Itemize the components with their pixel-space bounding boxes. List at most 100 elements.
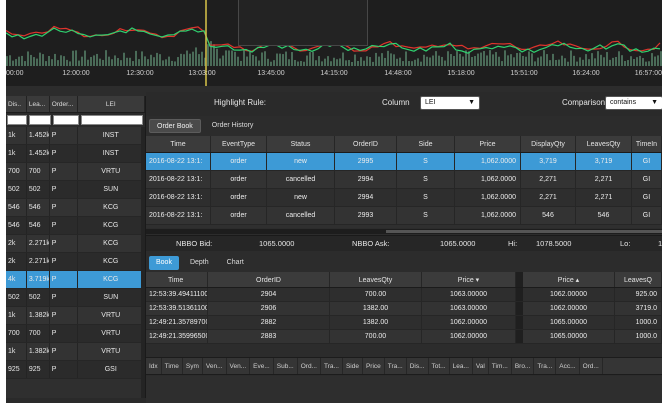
trade-column-header[interactable]: Sub... xyxy=(274,358,298,374)
trade-column-header[interactable]: Acc... xyxy=(556,358,580,374)
filter-input[interactable] xyxy=(29,115,51,125)
book-column-header[interactable]: LeavesQty xyxy=(330,272,422,287)
order-column-header[interactable]: Time xyxy=(146,136,211,152)
level-list-row[interactable]: 502 502 P SUN xyxy=(6,289,145,307)
volume-bar xyxy=(519,52,521,66)
volume-bar xyxy=(636,57,638,66)
volume-bar xyxy=(324,58,326,66)
book-column-header[interactable]: LeavesQ xyxy=(615,272,662,287)
trade-column-header[interactable]: Tim... xyxy=(489,358,512,374)
level-list-panel: Dis.. Lea... Order... LEI 1k 1.452k P INST 1… xyxy=(6,96,146,403)
scrollbar-thumb[interactable] xyxy=(386,230,662,233)
level-list-row[interactable]: 2k 2.271k P KCG xyxy=(6,253,145,271)
trade-column-header[interactable]: Tra... xyxy=(321,358,343,374)
trade-column-header[interactable]: Ord... xyxy=(580,358,603,374)
trade-column-header[interactable]: Side xyxy=(343,358,363,374)
order-row[interactable]: 2016-08-22 13:1: order cancelled 2994 S 1,062… xyxy=(146,171,662,189)
trade-column-header[interactable]: Tra... xyxy=(385,358,407,374)
trade-column-header[interactable]: Ven... xyxy=(203,358,227,374)
tab-order-history[interactable]: Order History xyxy=(205,119,261,133)
level-list-row[interactable]: 1k 1.382k P VRTU xyxy=(6,343,145,361)
level-list-row[interactable]: 4k 3.719k P KCG xyxy=(6,271,145,289)
level-list-row[interactable]: 2k 2.271k P KCG xyxy=(6,235,145,253)
level-list-row[interactable]: 546 546 P KCG xyxy=(6,199,145,217)
app-window: 00:00 12:00:00 12:30:00 13:03:00 13:45:00 14:… xyxy=(6,0,662,403)
level-list-row[interactable]: 1k 1.382k P VRTU xyxy=(6,307,145,325)
trade-column-header[interactable]: Tot... xyxy=(429,358,450,374)
trade-column-header[interactable]: Time xyxy=(162,358,183,374)
level-list-row[interactable]: 1k 1.452k P INST xyxy=(6,145,145,163)
order-row[interactable]: 2016-08-22 13:1: order cancelled 2993 S 1,062… xyxy=(146,207,662,225)
column-header-leaves[interactable]: Lea... xyxy=(27,96,50,112)
book-row[interactable]: 12:53:39.513611000 2906 1382.00 1063.00000 1… xyxy=(146,302,662,316)
level-list-row[interactable]: 700 700 P VRTU xyxy=(6,163,145,181)
trade-column-header[interactable]: Val xyxy=(473,358,489,374)
order-cell: 546 xyxy=(521,207,576,224)
column-header-lei[interactable]: LEI xyxy=(78,96,145,112)
order-column-header[interactable]: Side xyxy=(397,136,455,152)
trade-column-header[interactable]: Lea... xyxy=(450,358,473,374)
trade-column-header[interactable]: Eve... xyxy=(250,358,274,374)
comparison-select[interactable]: contains ▼ xyxy=(605,96,662,110)
tab-chart[interactable]: Chart xyxy=(220,256,251,270)
comparison-label: Comparison: xyxy=(562,98,608,107)
book-row[interactable]: 12:49:21.357897000 2882 1382.00 1062.00000 1… xyxy=(146,316,662,330)
book-cell: 1065.00000 xyxy=(523,330,615,343)
price-chart[interactable]: 00:00 12:00:00 12:30:00 13:03:00 13:45:00 14:… xyxy=(6,0,662,86)
level-list-cell: P xyxy=(50,127,78,144)
level-list-row[interactable]: 1k 1.452k P INST xyxy=(6,127,145,145)
volume-bar xyxy=(657,55,659,66)
vertical-scrollbar[interactable] xyxy=(141,127,145,403)
trade-column-header[interactable]: Ven... xyxy=(227,358,251,374)
filter-input[interactable] xyxy=(53,115,79,125)
level-list-row[interactable]: 502 502 P SUN xyxy=(6,181,145,199)
column-select[interactable]: LEI ▼ xyxy=(420,96,480,110)
column-header-display[interactable]: Dis.. xyxy=(6,96,27,112)
order-cell: 2016-08-22 13:1: xyxy=(146,153,211,170)
order-column-header[interactable]: EventType xyxy=(211,136,267,152)
book-column-header[interactable]: Price ▴ xyxy=(523,272,615,287)
level-list-row[interactable]: 546 546 P KCG xyxy=(6,217,145,235)
order-row[interactable]: 2016-08-22 13:1: order new 2994 S 1,062.0000 2… xyxy=(146,189,662,207)
trade-column-header[interactable]: Dis... xyxy=(407,358,429,374)
horizontal-scrollbar[interactable] xyxy=(146,229,662,234)
level-list-row[interactable]: 700 700 P VRTU xyxy=(6,325,145,343)
nbbo-bar: NBBO Bid: 1065.0000 NBBO Ask: 1065.0000 … xyxy=(146,235,662,251)
column-header-order[interactable]: Order... xyxy=(50,96,78,112)
volume-bar xyxy=(231,50,233,66)
book-column-header[interactable]: OrderID xyxy=(208,272,330,287)
book-row[interactable]: 12:49:21.359965000 2883 700.00 1062.00000 10… xyxy=(146,330,662,344)
order-cell: 1,062.0000 xyxy=(455,153,521,170)
trade-column-header[interactable]: Sym xyxy=(183,358,203,374)
tab-order-book[interactable]: Order Book xyxy=(149,119,201,133)
volume-bar xyxy=(441,56,443,66)
order-column-header[interactable]: OrderID xyxy=(335,136,397,152)
tab-book[interactable]: Book xyxy=(149,256,179,270)
volume-bar xyxy=(471,57,473,66)
order-row[interactable]: 2016-08-22 13:1: order new 2995 S 1,062.0000 3… xyxy=(146,153,662,171)
tab-depth[interactable]: Depth xyxy=(183,256,216,270)
order-column-header[interactable]: TimeIn xyxy=(632,136,662,152)
level-list-cell: P xyxy=(50,235,78,252)
filter-input[interactable] xyxy=(7,115,27,125)
book-row[interactable]: 12:53:39.494111000 2904 700.00 1063.00000 10… xyxy=(146,288,662,302)
volume-bar xyxy=(603,57,605,66)
trade-column-header[interactable]: Tra... xyxy=(534,358,557,374)
order-column-header[interactable]: Price xyxy=(455,136,521,152)
book-column-header[interactable]: Price ▾ xyxy=(422,272,516,287)
volume-bar xyxy=(51,59,53,66)
trade-column-header[interactable]: Price xyxy=(363,358,385,374)
volume-bar xyxy=(498,56,500,66)
trade-column-header[interactable]: Bro... xyxy=(512,358,535,374)
trade-column-header[interactable]: Ord... xyxy=(298,358,321,374)
filter-input[interactable] xyxy=(81,115,143,125)
order-tabbar: Order Book Order History xyxy=(146,117,662,135)
level-list-cell: 1k xyxy=(6,127,27,144)
volume-bar xyxy=(612,57,614,66)
order-column-header[interactable]: Status xyxy=(267,136,335,152)
order-column-header[interactable]: DisplayQty xyxy=(521,136,576,152)
trade-column-header[interactable]: Idx xyxy=(146,358,162,374)
book-column-header[interactable]: Time xyxy=(146,272,208,287)
level-list-row[interactable]: 925 925 P GSI xyxy=(6,361,145,379)
order-column-header[interactable]: LeavesQty xyxy=(576,136,632,152)
